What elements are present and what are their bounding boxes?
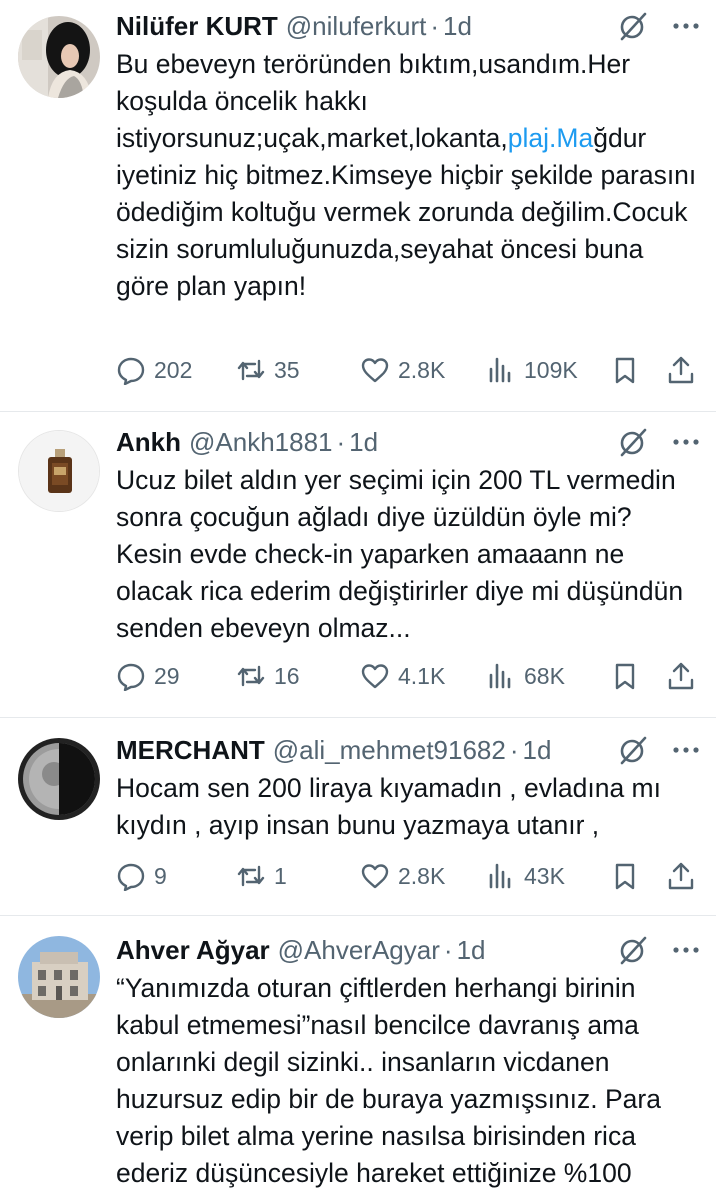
tweet-text: Bu ebeveyn teröründen bıktım,usandım.Her… xyxy=(116,46,702,305)
more-icon[interactable] xyxy=(672,736,700,764)
like-button[interactable]: 4.1K xyxy=(360,656,445,696)
avatar[interactable] xyxy=(18,936,100,1018)
bookmark-icon xyxy=(615,863,635,890)
author-name[interactable]: Nilüfer KURT xyxy=(116,11,278,42)
reply-button[interactable]: 9 xyxy=(116,856,167,896)
author-handle[interactable]: @ali_mehmet91682 xyxy=(273,735,506,766)
views-count: 109K xyxy=(524,356,578,383)
reply-icon xyxy=(117,663,145,691)
bookmark-icon xyxy=(615,663,635,690)
grok-icon[interactable] xyxy=(616,425,650,459)
timestamp[interactable]: 1d xyxy=(443,11,472,42)
views-icon xyxy=(489,863,511,889)
author-name[interactable]: Ankh xyxy=(116,427,181,458)
separator-dot: · xyxy=(430,10,440,41)
tweet-3[interactable]: MERCHANT @ali_mehmet91682 · 1d Hocam sen… xyxy=(0,718,716,916)
retweet-count: 16 xyxy=(274,662,300,689)
like-icon xyxy=(361,864,389,889)
reply-button[interactable]: 202 xyxy=(116,350,192,390)
timestamp[interactable]: 1d xyxy=(349,427,378,458)
views-icon xyxy=(489,663,511,689)
share-button[interactable] xyxy=(666,856,696,896)
views-button[interactable]: 43K xyxy=(486,856,565,896)
like-count: 2.8K xyxy=(398,356,446,383)
share-button[interactable] xyxy=(666,350,696,390)
tweet-text: Ucuz bilet aldın yer seçimi için 200 TL … xyxy=(116,465,691,643)
separator-dot: · xyxy=(443,934,453,965)
views-button[interactable]: 109K xyxy=(486,350,578,390)
views-count: 43K xyxy=(524,862,565,889)
separator-dot: · xyxy=(509,734,519,765)
retweet-icon xyxy=(237,665,265,687)
bookmark-icon xyxy=(615,357,635,384)
retweet-button[interactable]: 1 xyxy=(236,856,287,896)
share-icon xyxy=(668,662,694,690)
bookmark-button[interactable] xyxy=(610,350,640,390)
tweet-text: “Yanımızda oturan çiftlerden herhangi bi… xyxy=(116,973,669,1188)
retweet-button[interactable]: 16 xyxy=(236,656,300,696)
action-bar: 29 16 4.1K 68K xyxy=(116,656,702,696)
tweet-1[interactable]: Nilüfer KURT @niluferkurt · 1d Bu ebevey… xyxy=(0,0,716,412)
grok-icon[interactable] xyxy=(616,9,650,43)
timestamp[interactable]: 1d xyxy=(523,735,552,766)
retweet-icon xyxy=(237,865,265,887)
reply-button[interactable]: 29 xyxy=(116,656,180,696)
share-icon xyxy=(668,862,694,890)
author-handle[interactable]: @niluferkurt xyxy=(286,11,427,42)
retweet-icon xyxy=(237,359,265,381)
like-count: 4.1K xyxy=(398,662,446,689)
retweet-count: 35 xyxy=(274,356,300,383)
avatar[interactable] xyxy=(18,430,100,512)
reply-icon xyxy=(117,357,145,385)
bookmark-button[interactable] xyxy=(610,656,640,696)
share-button[interactable] xyxy=(666,656,696,696)
like-icon xyxy=(361,664,389,689)
reply-count: 29 xyxy=(154,662,180,689)
action-bar: 9 1 2.8K 43K xyxy=(116,856,702,896)
views-button[interactable]: 68K xyxy=(486,656,565,696)
share-icon xyxy=(668,356,694,384)
reply-count: 9 xyxy=(154,862,167,889)
reply-icon xyxy=(117,863,145,891)
retweet-button[interactable]: 35 xyxy=(236,350,300,390)
grok-icon[interactable] xyxy=(616,933,650,967)
grok-icon[interactable] xyxy=(616,733,650,767)
more-icon[interactable] xyxy=(672,428,700,456)
tweet-text: Hocam sen 200 liraya kıyamadın , evladın… xyxy=(116,773,669,840)
author-handle[interactable]: @Ankh1881 xyxy=(189,427,333,458)
views-count: 68K xyxy=(524,662,565,689)
action-bar: 202 35 2.8K 109K xyxy=(116,350,702,390)
like-button[interactable]: 2.8K xyxy=(360,350,445,390)
tweet-link[interactable]: plaj.Ma xyxy=(508,123,593,153)
views-icon xyxy=(489,357,511,383)
more-icon[interactable] xyxy=(672,12,700,40)
timestamp[interactable]: 1d xyxy=(457,935,486,966)
avatar[interactable] xyxy=(18,738,100,820)
like-icon xyxy=(361,358,389,383)
author-name[interactable]: Ahver Ağyar xyxy=(116,935,270,966)
bookmark-button[interactable] xyxy=(610,856,640,896)
more-icon[interactable] xyxy=(672,936,700,964)
tweet-4[interactable]: Ahver Ağyar @AhverAgyar · 1d “Yanımızda … xyxy=(0,916,716,1200)
author-handle[interactable]: @AhverAgyar xyxy=(278,935,440,966)
tweet-2[interactable]: Ankh @Ankh1881 · 1d Ucuz bilet aldın yer… xyxy=(0,412,716,718)
avatar[interactable] xyxy=(18,16,100,98)
like-button[interactable]: 2.8K xyxy=(360,856,445,896)
reply-count: 202 xyxy=(154,356,193,383)
like-count: 2.8K xyxy=(398,862,446,889)
retweet-count: 1 xyxy=(274,862,287,889)
separator-dot: · xyxy=(336,426,346,457)
author-name[interactable]: MERCHANT xyxy=(116,735,265,766)
